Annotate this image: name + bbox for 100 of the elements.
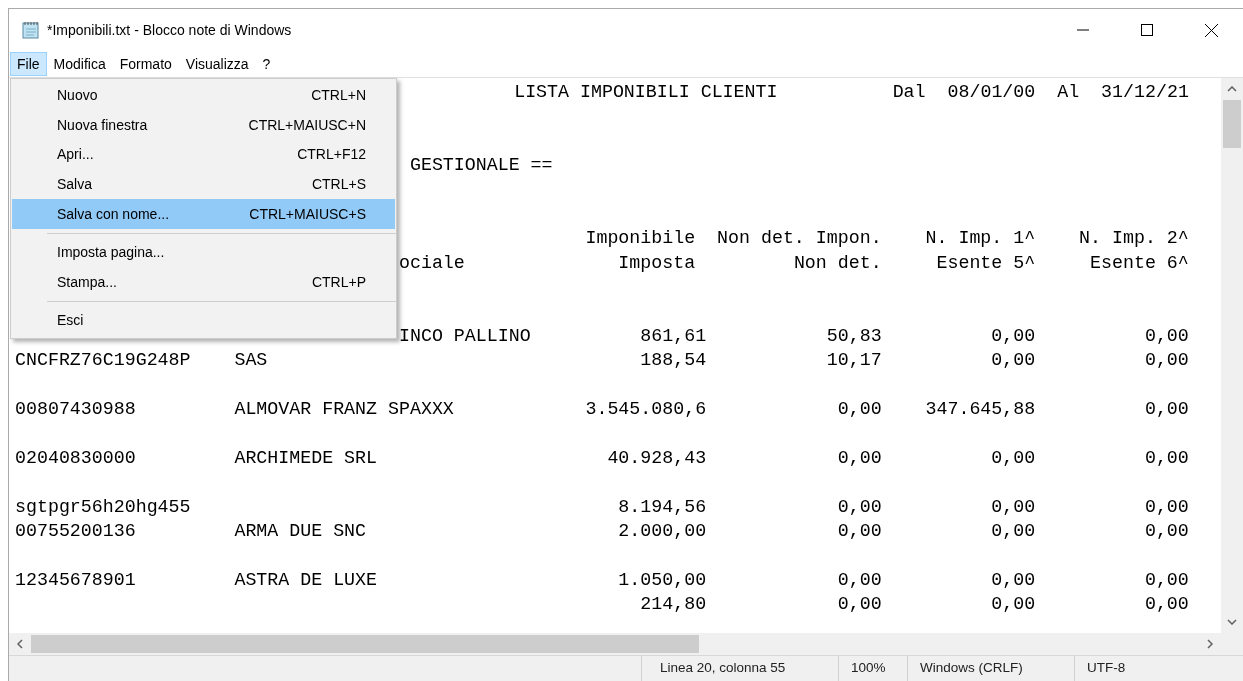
- maximize-icon: [1141, 24, 1153, 36]
- table-cell-text: 0,00: [990, 495, 1036, 519]
- menu-item[interactable]: File: [10, 52, 47, 76]
- table-cell-text: 0,00: [1143, 593, 1189, 617]
- table-cell-text: 10,17: [825, 349, 882, 373]
- table-cell-text: 8.194,56: [617, 495, 707, 519]
- column-heading: N. Imp. 2^: [1078, 227, 1189, 251]
- table-cell-text: 0,00: [1143, 398, 1189, 422]
- date-label: Dal: [892, 81, 926, 104]
- table-cell-text: ARCHIMEDE SRL: [234, 446, 379, 470]
- minimize-icon: [1077, 29, 1089, 31]
- table-cell-text: sgtpgr56h20hg455: [15, 495, 192, 519]
- scroll-up-icon[interactable]: [1227, 86, 1237, 92]
- column-heading: Esente 6^: [1089, 251, 1189, 275]
- zoom-level: 100%: [838, 656, 907, 681]
- menu-option[interactable]: Salva con nome... CTRL+MAIUSC+S: [12, 199, 395, 229]
- table-cell-text: ARMA DUE SNC: [234, 520, 368, 544]
- table-cell-text: 00755200136: [15, 520, 137, 544]
- table-cell-text: 0,00: [1143, 446, 1189, 470]
- menu-option[interactable]: Nuovo CTRL+N: [12, 81, 395, 111]
- date-value: 08/01/00: [947, 81, 1036, 104]
- menu-option[interactable]: Nuova finestra CTRL+MAIUSC+N: [12, 110, 395, 141]
- table-cell-text: 0,00: [990, 520, 1036, 544]
- text-line: GESTIONALE ==: [409, 154, 553, 178]
- table-cell-text: 02040830000: [15, 446, 137, 470]
- cursor-position: Linea 20, colonna 55: [641, 656, 838, 681]
- table-cell-text: 0,00: [1143, 520, 1189, 544]
- table-cell-text: ASTRA DE LUXE: [234, 568, 379, 592]
- menu-option[interactable]: Salva CTRL+S: [12, 169, 395, 200]
- menu-item[interactable]: Visualizza: [178, 52, 256, 76]
- table-cell-text: 0,00: [1143, 324, 1189, 348]
- menu-option[interactable]: Imposta pagina...: [12, 237, 395, 268]
- table-cell-text: 1.050,00: [617, 568, 707, 592]
- table-cell-text: 0,00: [836, 446, 882, 470]
- menu-label: Stampa...: [57, 272, 117, 292]
- table-cell-text: CNCFRZ76C19G248P: [15, 349, 192, 373]
- menu-item[interactable]: ?: [255, 52, 278, 76]
- table-cell-text: 188,54: [639, 349, 707, 373]
- table-cell-text: 0,00: [990, 349, 1036, 373]
- horizontal-scrollbar[interactable]: [9, 633, 1221, 655]
- menu-option[interactable]: Apri... CTRL+F12: [12, 140, 395, 170]
- table-cell-text: SAS: [234, 349, 269, 373]
- date-label: Al: [1057, 81, 1080, 104]
- table-cell-text: 0,00: [1143, 349, 1189, 373]
- table-cell-text: ALMOVAR FRANZ SPAXXX: [234, 398, 455, 422]
- table-cell-text: 347.645,88: [924, 398, 1036, 422]
- table-cell-text: 0,00: [836, 568, 882, 592]
- vertical-scrollbar[interactable]: [1221, 78, 1243, 633]
- table-cell-text: 0,00: [990, 324, 1036, 348]
- scroll-left-icon[interactable]: [17, 639, 23, 649]
- table-cell-text: 0,00: [990, 593, 1036, 617]
- column-heading: Non det.: [792, 251, 882, 275]
- shortcut-label: CTRL+N: [311, 86, 366, 106]
- table-cell-text: 0,00: [836, 593, 882, 617]
- table-cell-text: 0,00: [836, 398, 882, 422]
- window-title: *Imponibili.txt - Blocco note di Windows: [47, 20, 292, 40]
- table-cell-text: 00807430988: [15, 398, 137, 422]
- column-heading: Imposta: [617, 251, 697, 275]
- column-heading: ociale: [398, 251, 466, 275]
- table-cell-text: 3.545.080,6: [584, 398, 707, 422]
- menu-option[interactable]: Stampa... CTRL+P: [12, 267, 395, 298]
- table-cell-text: 861,61: [639, 324, 707, 348]
- menu-label: Apri...: [57, 145, 94, 165]
- shortcut-label: CTRL+MAIUSC+N: [248, 115, 366, 135]
- table-cell-text: 2.000,00: [617, 520, 707, 544]
- table-cell-text: INCO PALLINO: [398, 324, 532, 348]
- table-cell-text: 0,00: [1143, 495, 1189, 519]
- column-heading: Esente 5^: [935, 251, 1036, 275]
- line-endings: Windows (CRLF): [907, 656, 1074, 681]
- menu-label: Imposta pagina...: [57, 243, 165, 263]
- scroll-down-icon[interactable]: [1227, 619, 1237, 625]
- table-cell-text: 12345678901: [15, 568, 137, 592]
- shortcut-label: CTRL+P: [311, 272, 366, 292]
- table-cell-text: 0,00: [836, 495, 882, 519]
- notepad-icon: [21, 20, 41, 40]
- table-cell-text: 0,00: [990, 446, 1036, 470]
- scroll-thumb[interactable]: [31, 635, 699, 653]
- shortcut-label: CTRL+MAIUSC+S: [249, 204, 366, 224]
- menu-label: Nuovo: [57, 86, 98, 106]
- menu-item[interactable]: Modifica: [46, 52, 113, 76]
- table-cell-text: 40.928,43: [606, 446, 707, 470]
- report-title: LISTA IMPONIBILI CLIENTI: [514, 81, 778, 104]
- menu-item[interactable]: Formato: [112, 52, 179, 76]
- menu-label: Nuova finestra: [57, 115, 148, 135]
- scroll-thumb[interactable]: [1223, 100, 1241, 148]
- column-heading: Non det. Impon.: [716, 227, 882, 251]
- menu-label: Salva con nome...: [57, 204, 170, 224]
- menu-option[interactable]: Esci: [12, 306, 395, 336]
- table-cell-text: 0,00: [990, 568, 1036, 592]
- menu-label: Salva: [57, 175, 93, 195]
- close-icon: [1204, 23, 1218, 37]
- column-heading: Imponibile: [584, 227, 697, 251]
- shortcut-label: CTRL+F12: [297, 145, 366, 165]
- table-cell-text: 0,00: [1143, 568, 1189, 592]
- date-value: 31/12/21: [1101, 81, 1189, 104]
- menu-label: Esci: [57, 311, 84, 331]
- table-cell-text: 214,80: [639, 593, 707, 617]
- scroll-right-icon[interactable]: [1207, 639, 1213, 649]
- encoding: UTF-8: [1074, 656, 1243, 681]
- shortcut-label: CTRL+S: [311, 175, 366, 195]
